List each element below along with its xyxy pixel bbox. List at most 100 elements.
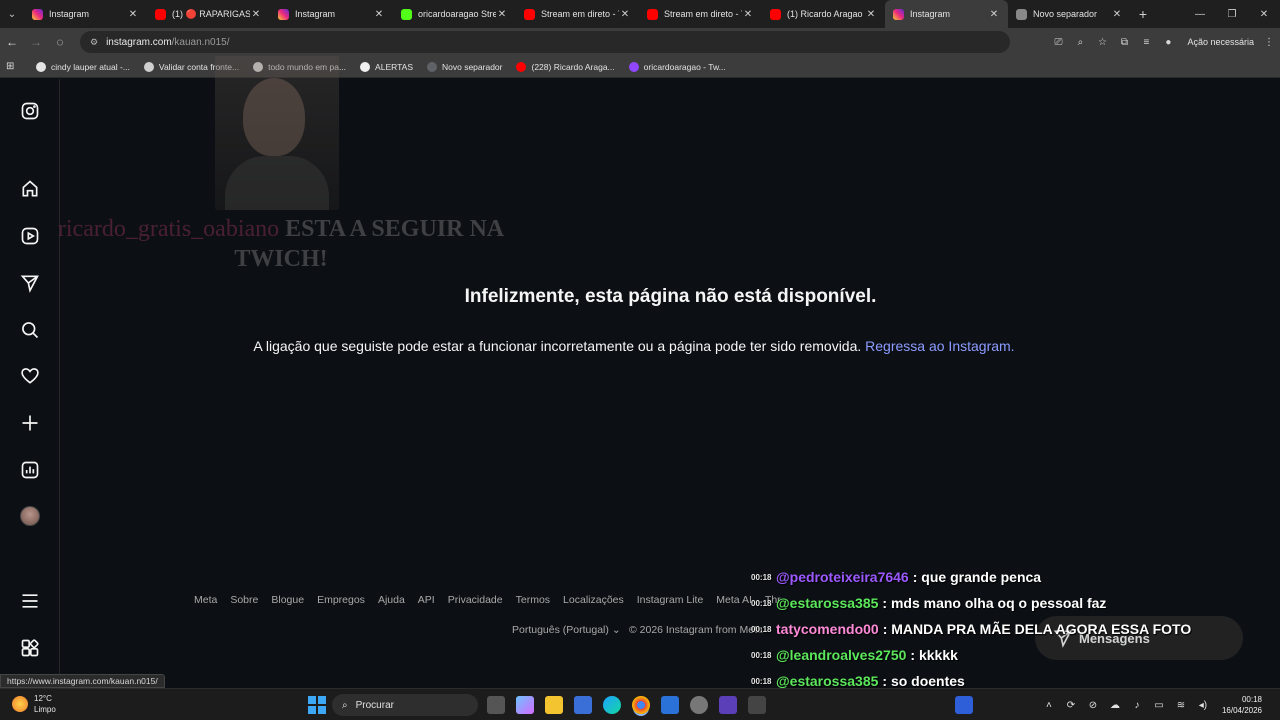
extensions-icon[interactable]: ⧉: [1113, 28, 1135, 56]
close-window-icon[interactable]: ✕: [1248, 0, 1280, 28]
tray-chevron-up-icon[interactable]: ˄: [1038, 700, 1060, 711]
footer-link[interactable]: API: [418, 594, 435, 606]
weather-widget[interactable]: 12°C Limpo: [12, 693, 56, 715]
footer-link[interactable]: Meta AI: [716, 594, 752, 606]
apps-grid-icon[interactable]: ⊞: [6, 61, 22, 72]
start-windows-icon[interactable]: [308, 696, 326, 714]
tray-network-icon[interactable]: ⊘: [1082, 700, 1104, 711]
chat-username: @estarossa385: [776, 673, 879, 689]
tray-sync-icon[interactable]: ⟳: [1060, 700, 1082, 711]
notifications-heart-icon[interactable]: [19, 365, 41, 387]
browser-tab[interactable]: Novo separador ✕: [1008, 0, 1131, 28]
chrome-icon[interactable]: [632, 696, 650, 714]
tab-close-icon[interactable]: ✕: [250, 9, 262, 20]
search-icon[interactable]: [19, 319, 41, 341]
address-bar[interactable]: ⚙ instagram.com/kauan.n015/: [80, 31, 1010, 53]
tab-close-icon[interactable]: ✕: [373, 9, 385, 20]
action-required-button[interactable]: Ação necessária: [1187, 37, 1254, 47]
zoom-icon[interactable]: ⌕: [1069, 28, 1091, 56]
restore-icon[interactable]: ❐: [1216, 0, 1248, 28]
back-arrow-icon[interactable]: ←: [0, 28, 24, 56]
browser-tab[interactable]: Instagram ✕: [885, 0, 1008, 28]
tab-close-icon[interactable]: ✕: [496, 9, 508, 20]
forward-arrow-icon[interactable]: →: [24, 28, 48, 56]
store-icon[interactable]: [574, 696, 592, 714]
tab-title: (1) 🔴 RAPARIGAS E: [172, 8, 250, 19]
taskbar-search[interactable]: ⌕ Procurar: [332, 694, 478, 716]
also-from-meta-icon[interactable]: [19, 637, 41, 659]
tray-wifi-icon[interactable]: ≋: [1170, 700, 1192, 711]
footer-link[interactable]: Ajuda: [378, 594, 405, 606]
file-explorer-icon[interactable]: [545, 696, 563, 714]
footer-link[interactable]: Privacidade: [448, 594, 503, 606]
chat-username: @leandroalves2750: [776, 647, 907, 663]
browser-tab[interactable]: Instagram ✕: [270, 0, 393, 28]
app-icon-2[interactable]: [719, 696, 737, 714]
new-tab-plus-icon[interactable]: +: [1131, 6, 1155, 22]
tab-search-chevron-icon[interactable]: ⌄: [0, 0, 24, 28]
footer-link[interactable]: Empregos: [317, 594, 365, 606]
tray-mic-icon[interactable]: ♪: [1126, 700, 1148, 711]
instagram-logo-icon[interactable]: [19, 100, 41, 122]
browser-tab[interactable]: Stream em direto - Y ✕: [516, 0, 639, 28]
bookmark-item[interactable]: cindy lauper atual -...: [36, 61, 130, 72]
home-icon[interactable]: [19, 178, 41, 200]
install-app-icon[interactable]: ⎚: [1047, 28, 1069, 56]
bookmark-favicon-icon: [143, 61, 154, 72]
loading-spinner-icon[interactable]: ◌: [48, 28, 72, 56]
dashboard-chart-icon[interactable]: [19, 459, 41, 481]
reels-icon[interactable]: [19, 225, 41, 247]
screen: ⌄ Instagram✕(1) 🔴 RAPARIGAS E✕Instagram✕…: [0, 0, 1280, 720]
footer-link[interactable]: Sobre: [230, 594, 258, 606]
browser-tab[interactable]: (1) 🔴 RAPARIGAS E✕: [147, 0, 270, 28]
browser-tab[interactable]: Stream em direto - Y ✕: [639, 0, 762, 28]
tray-display-icon[interactable]: ▭: [1148, 700, 1170, 711]
app-icon-4[interactable]: [955, 696, 973, 714]
tab-close-icon[interactable]: ✕: [127, 9, 139, 20]
create-plus-icon[interactable]: [19, 412, 41, 434]
tab-close-icon[interactable]: ✕: [988, 9, 1000, 20]
outlook-icon[interactable]: [661, 696, 679, 714]
profile-avatar[interactable]: [19, 505, 41, 527]
tab-close-icon[interactable]: ✕: [1111, 9, 1123, 20]
task-view-icon[interactable]: [487, 696, 505, 714]
media-control-icon[interactable]: ≡: [1135, 28, 1157, 56]
edge-icon[interactable]: [603, 696, 621, 714]
taskbar-clock[interactable]: 00:18 16/04/2026: [1222, 694, 1262, 716]
minimize-icon[interactable]: —: [1184, 0, 1216, 28]
back-to-instagram-link[interactable]: Regressa ao Instagram.: [865, 338, 1014, 354]
more-menu-icon[interactable]: [19, 590, 41, 612]
app-icon-1[interactable]: [690, 696, 708, 714]
bookmark-item[interactable]: Novo separador: [427, 61, 502, 72]
language-label: Português (Portugal): [512, 624, 609, 636]
footer-link[interactable]: Termos: [516, 594, 550, 606]
footer-link[interactable]: Blogue: [271, 594, 304, 606]
avatar: [20, 506, 40, 526]
tab-title: Instagram: [910, 9, 951, 19]
language-selector[interactable]: Português (Portugal) ⌄: [512, 624, 621, 636]
tray-volume-icon[interactable]: ◂): [1192, 700, 1214, 711]
direct-send-icon[interactable]: [19, 272, 41, 294]
profile-icon[interactable]: ●: [1157, 28, 1179, 56]
browser-tab[interactable]: (1) Ricardo Aragao - ✕: [762, 0, 885, 28]
menu-kebab-icon[interactable]: ⋮: [1258, 28, 1280, 56]
tab-close-icon[interactable]: ✕: [865, 9, 877, 20]
chat-time: 00:18: [751, 676, 772, 686]
site-info-icon[interactable]: ⚙: [90, 37, 98, 48]
footer-link[interactable]: Instagram Lite: [637, 594, 704, 606]
chat-text: : que grande penca: [912, 569, 1042, 585]
browser-tab[interactable]: oricardoaragao Strea ✕: [393, 0, 516, 28]
copilot-icon[interactable]: [516, 696, 534, 714]
bookmark-item[interactable]: oricardoaragao - Tw...: [628, 61, 726, 72]
footer-link[interactable]: Localizações: [563, 594, 624, 606]
footer-link[interactable]: Meta: [194, 594, 217, 606]
browser-tab[interactable]: Instagram ✕: [24, 0, 147, 28]
bookmark-item[interactable]: ALERTAS: [360, 61, 413, 72]
bookmark-star-icon[interactable]: ☆: [1091, 28, 1113, 56]
windows-taskbar: 12°C Limpo ⌕ Procurar ˄ ⟳ ⊘ ☁ ♪ ▭ ≋ ◂) 0…: [0, 688, 1280, 720]
app-icon-3[interactable]: [748, 696, 766, 714]
tab-close-icon[interactable]: ✕: [742, 9, 754, 20]
bookmark-item[interactable]: (228) Ricardo Araga...: [516, 61, 615, 72]
tray-onedrive-icon[interactable]: ☁: [1104, 700, 1126, 711]
tab-close-icon[interactable]: ✕: [619, 9, 631, 20]
